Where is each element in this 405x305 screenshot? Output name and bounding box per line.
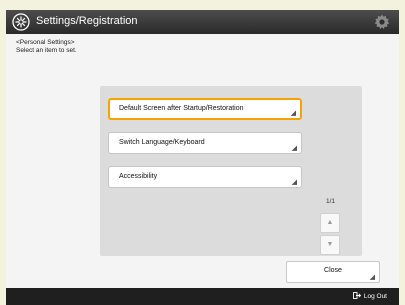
chevron-down-icon: ▼: [326, 241, 334, 248]
instruction-breadcrumb: <Personal Settings>: [16, 39, 75, 46]
corner-arrow-icon: ◢: [291, 179, 297, 186]
instruction-text: <Personal Settings> Select an item to se…: [16, 39, 77, 55]
list-item-label: Accessibility: [119, 173, 158, 180]
chevron-up-icon: ▲: [326, 219, 334, 226]
settings-circle-icon: [12, 13, 30, 31]
list-item-label: Default Screen after Startup/Restoration: [119, 105, 244, 112]
logout-icon: [352, 292, 361, 299]
close-button[interactable]: Close ◢: [286, 261, 380, 283]
gear-icon[interactable]: [373, 13, 391, 31]
title-bar: Settings/Registration: [6, 10, 399, 34]
logout-button[interactable]: Log Out: [352, 292, 387, 300]
corner-arrow-icon: ◢: [291, 145, 297, 152]
list-item-switch-language[interactable]: Switch Language/Keyboard ◢: [108, 132, 302, 154]
scroll-down-button[interactable]: ▼: [320, 235, 340, 255]
logout-label: Log Out: [363, 293, 387, 300]
corner-arrow-icon: ◢: [290, 110, 296, 117]
corner-arrow-icon: ◢: [369, 274, 375, 281]
page-indicator: 1/1: [326, 198, 336, 205]
settings-screen: Settings/Registration <Personal Settings…: [6, 10, 399, 305]
instruction-message: Select an item to set.: [16, 47, 77, 54]
scroll-up-button[interactable]: ▲: [320, 213, 340, 233]
close-button-label: Close: [324, 267, 342, 274]
list-item-label: Switch Language/Keyboard: [119, 139, 205, 146]
page-title: Settings/Registration: [36, 15, 138, 27]
list-item-default-screen[interactable]: Default Screen after Startup/Restoration…: [108, 98, 302, 120]
list-item-accessibility[interactable]: Accessibility ◢: [108, 166, 302, 188]
settings-list-panel: Default Screen after Startup/Restoration…: [100, 86, 362, 256]
bottom-bar: Log Out: [6, 288, 399, 305]
